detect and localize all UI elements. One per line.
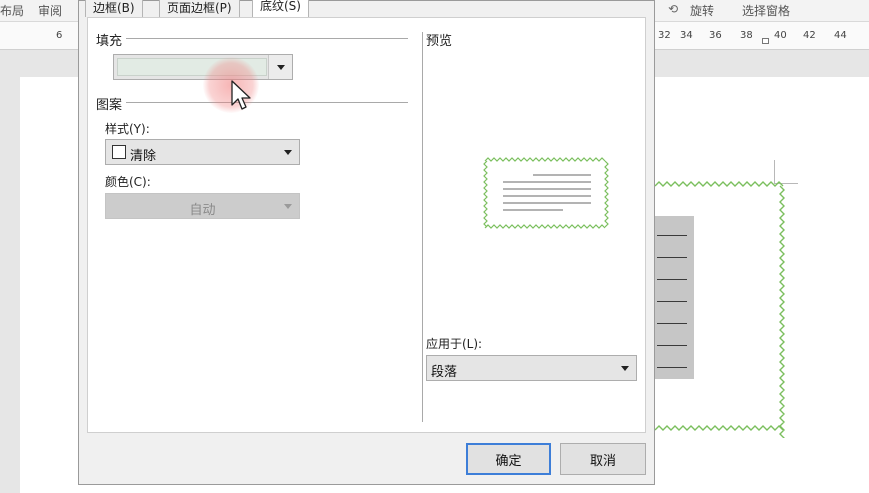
pattern-swatch-icon <box>112 145 126 159</box>
text-line <box>657 367 687 368</box>
ribbon-fragment-selection-pane[interactable]: 选择窗格 <box>742 2 790 19</box>
ruler-tick: 34 <box>680 30 693 41</box>
ribbon-fragment-rotate[interactable]: 旋转 <box>690 2 714 19</box>
chevron-down-icon <box>277 65 285 70</box>
pattern-section-title: 图案 <box>96 94 127 113</box>
panel-divider <box>422 32 423 422</box>
tab-shading[interactable]: 底纹(S) <box>252 0 309 17</box>
apply-to-dropdown[interactable]: 段落 <box>426 355 637 381</box>
chevron-down-icon <box>284 150 292 155</box>
cancel-button[interactable]: 取消 <box>560 443 646 475</box>
text-line <box>657 279 687 280</box>
fill-section-line <box>98 38 408 39</box>
color-label: 颜色(C): <box>105 175 151 189</box>
rotate-icon[interactable]: ⟲ <box>668 2 678 16</box>
fill-dropdown-button[interactable] <box>268 55 292 79</box>
ruler-tick: 44 <box>834 30 847 41</box>
shaded-paragraph <box>655 216 694 379</box>
ruler-tick: 40 <box>774 30 787 41</box>
right-indent-marker[interactable] <box>762 38 769 44</box>
ruler-tick: 42 <box>803 30 816 41</box>
apply-to-label: 应用于(L): <box>426 337 483 351</box>
text-line <box>657 235 687 236</box>
pattern-color-dropdown[interactable]: 自动 <box>105 193 300 219</box>
text-line <box>657 257 687 258</box>
tab-borders[interactable]: 边框(B) <box>85 0 143 17</box>
text-line <box>657 301 687 302</box>
fill-color-dropdown[interactable] <box>113 54 293 80</box>
ribbon-fragment-layout[interactable]: 布局 <box>0 2 24 19</box>
ok-button[interactable]: 确定 <box>466 443 551 475</box>
pattern-color-value: 自动 <box>189 203 216 218</box>
style-dropdown[interactable]: 清除 <box>105 139 300 165</box>
text-line <box>657 323 687 324</box>
style-label: 样式(Y): <box>105 122 150 136</box>
chevron-down-icon <box>284 204 292 209</box>
ruler-tick: 32 <box>658 30 671 41</box>
text-line <box>657 345 687 346</box>
borders-and-shading-dialog: 边框(B) 页面边框(P) 底纹(S) 填充 图案 样式(Y): 清除 颜色(C… <box>78 0 655 485</box>
ruler-tick: 36 <box>709 30 722 41</box>
shading-panel: 填充 图案 样式(Y): 清除 颜色(C): 自动 预览 应用于(L): 段落 <box>87 17 646 433</box>
ruler-tick: 38 <box>740 30 753 41</box>
preview-title: 预览 <box>426 34 453 49</box>
preview-graphic <box>483 157 609 229</box>
tab-page-border[interactable]: 页面边框(P) <box>159 0 240 17</box>
style-value: 清除 <box>130 149 157 164</box>
apply-to-value: 段落 <box>431 365 458 380</box>
ruler-tick: 6 <box>56 30 63 41</box>
fill-section-title: 填充 <box>96 30 127 49</box>
ribbon-fragment-review[interactable]: 审阅 <box>38 2 62 19</box>
chevron-down-icon <box>621 366 629 371</box>
mouse-pointer-icon <box>231 80 251 110</box>
